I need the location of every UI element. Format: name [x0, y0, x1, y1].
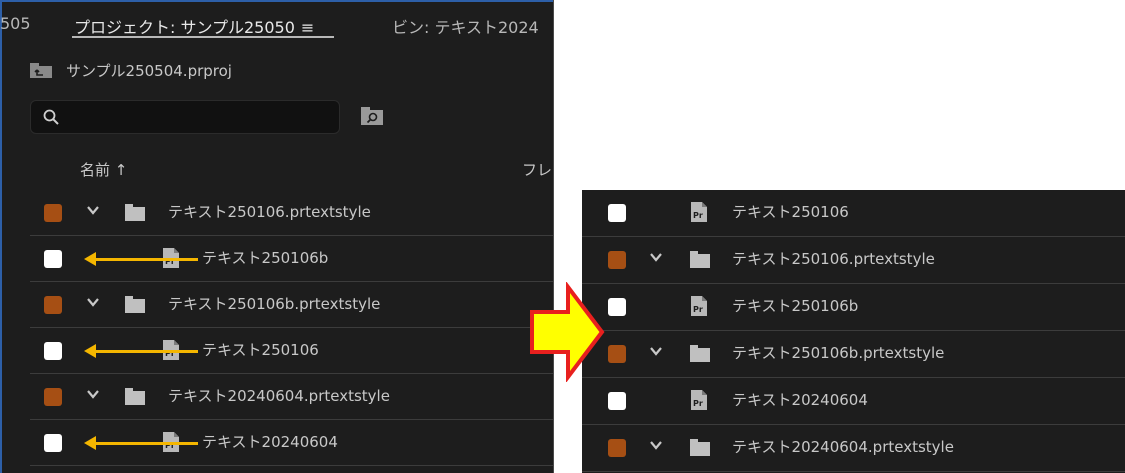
label-color-swatch[interactable]: [608, 204, 626, 222]
project-folder-up-icon[interactable]: [30, 62, 52, 78]
list-item-label: テキスト250106b: [202, 249, 329, 267]
bin-folder-icon: [125, 204, 145, 221]
expand-chevron-icon[interactable]: [86, 203, 100, 217]
annotation-arrow-shaft: [94, 442, 198, 445]
list-item[interactable]: テキスト250106b.prtextstyle: [582, 331, 1125, 378]
project-breadcrumb: サンプル250504.prproj: [30, 58, 232, 82]
expand-chevron-icon[interactable]: [86, 295, 100, 309]
project-file-name: サンプル250504.prproj: [66, 61, 232, 80]
label-color-swatch[interactable]: [44, 434, 62, 452]
search-input[interactable]: [30, 100, 340, 134]
list-item[interactable]: Pr テキスト250106: [30, 328, 553, 374]
list-item[interactable]: Pr テキスト250106: [582, 190, 1125, 237]
list-item-label: テキスト250106: [202, 341, 319, 359]
annotation-arrow-shaft: [94, 350, 198, 353]
list-item[interactable]: テキスト250106.prtextstyle: [30, 190, 553, 236]
svg-text:Pr: Pr: [693, 211, 703, 220]
label-color-swatch[interactable]: [44, 204, 62, 222]
bin-folder-icon: [690, 439, 710, 456]
label-color-swatch[interactable]: [608, 439, 626, 457]
bin-folder-icon: [690, 345, 710, 362]
transition-arrow-icon: [530, 282, 605, 382]
list-item[interactable]: Pr テキスト20240604: [30, 420, 553, 466]
list-item-label: テキスト250106b.prtextstyle: [168, 295, 381, 313]
panel-focus-border-left: [0, 0, 2, 473]
svg-text:Pr: Pr: [693, 305, 703, 314]
list-item-label: テキスト250106.prtextstyle: [732, 250, 935, 268]
tab-bin[interactable]: ビン: テキスト2024: [392, 14, 539, 38]
premiere-file-icon: Pr: [691, 390, 707, 410]
project-panel: 505 プロジェクト: サンプル25050 ≡ ビン: テキスト2024 サンプル…: [0, 0, 554, 473]
annotation-arrow-shaft: [94, 258, 198, 261]
list-item-label: テキスト20240604.prtextstyle: [732, 438, 954, 456]
list-item[interactable]: テキスト250106.prtextstyle: [582, 237, 1125, 284]
expand-chevron-icon[interactable]: [649, 438, 663, 452]
expand-chevron-icon[interactable]: [86, 387, 100, 401]
column-header-row: 名前 ↑ フレ: [0, 150, 553, 188]
list-item[interactable]: Pr テキスト250106b: [30, 236, 553, 282]
bin-folder-icon: [125, 388, 145, 405]
list-item-label: テキスト20240604: [732, 391, 868, 409]
list-item[interactable]: Pr テキスト20240604: [582, 378, 1125, 425]
label-color-swatch[interactable]: [44, 250, 62, 268]
expand-chevron-icon[interactable]: [649, 250, 663, 264]
list-item[interactable]: Pr テキスト250106b: [582, 284, 1125, 331]
label-color-swatch[interactable]: [44, 342, 62, 360]
panel-tab-bar: 505 プロジェクト: サンプル25050 ≡ ビン: テキスト2024: [0, 0, 553, 44]
annotation-arrow-head: [84, 436, 96, 450]
expand-chevron-icon[interactable]: [649, 344, 663, 358]
bin-folder-icon: [125, 296, 145, 313]
label-color-swatch[interactable]: [44, 388, 62, 406]
list-item-label: テキスト250106b: [732, 297, 859, 315]
annotation-arrow-head: [84, 252, 96, 266]
column-header-frame-rate[interactable]: フレ: [522, 159, 552, 180]
bin-list-panel-result: Pr テキスト250106 テキスト250106.prtextstyle Pr テキスト…: [582, 190, 1125, 473]
svg-text:Pr: Pr: [693, 399, 703, 408]
active-tab-underline: [72, 36, 334, 38]
list-item-label: テキスト20240604.prtextstyle: [168, 387, 390, 405]
column-header-name[interactable]: 名前 ↑: [80, 159, 127, 180]
label-color-swatch[interactable]: [608, 392, 626, 410]
premiere-file-icon: Pr: [691, 296, 707, 316]
list-item-label: テキスト250106b.prtextstyle: [732, 344, 945, 362]
tab-project[interactable]: プロジェクト: サンプル25050 ≡: [74, 14, 314, 38]
tab-project-label: プロジェクト: サンプル25050: [74, 18, 295, 37]
hamburger-menu-icon[interactable]: ≡: [301, 18, 314, 37]
annotation-arrow-head: [84, 344, 96, 358]
label-color-swatch[interactable]: [44, 296, 62, 314]
list-item-label: テキスト20240604: [202, 433, 338, 451]
bin-folder-icon: [690, 251, 710, 268]
label-color-swatch[interactable]: [608, 345, 626, 363]
list-item-label: テキスト250106: [732, 203, 849, 221]
list-item[interactable]: テキスト250106b.prtextstyle: [30, 282, 553, 328]
find-in-bin-icon[interactable]: [360, 105, 384, 129]
label-color-swatch[interactable]: [608, 251, 626, 269]
premiere-file-icon: Pr: [691, 202, 707, 222]
list-item[interactable]: テキスト20240604.prtextstyle: [582, 425, 1125, 472]
tab-previous[interactable]: 505: [0, 14, 31, 33]
search-icon: [43, 109, 59, 125]
list-item[interactable]: テキスト20240604.prtextstyle: [30, 374, 553, 420]
list-item-label: テキスト250106.prtextstyle: [168, 203, 371, 221]
label-color-swatch[interactable]: [608, 298, 626, 316]
